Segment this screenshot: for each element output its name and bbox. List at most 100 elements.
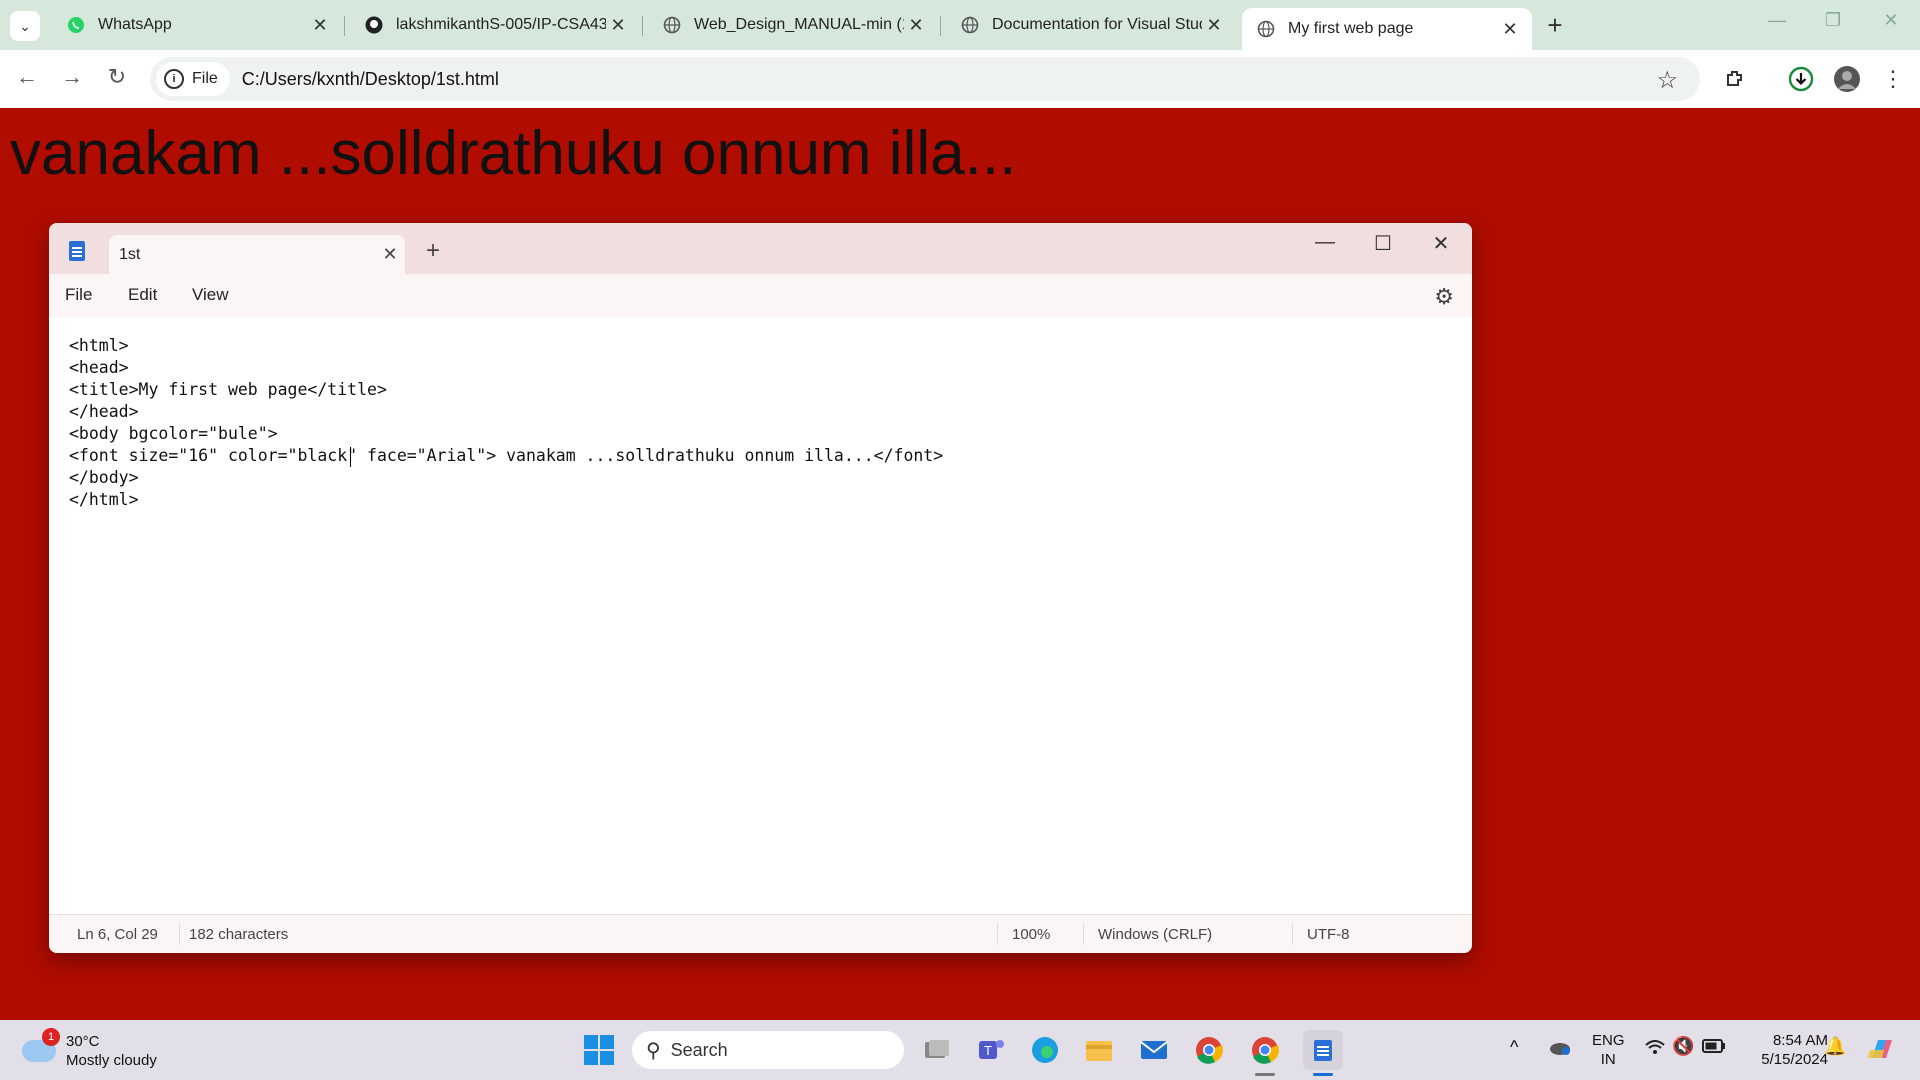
code-line: <head> xyxy=(69,358,129,377)
menu-file[interactable]: File xyxy=(65,285,92,305)
code-line: <html> xyxy=(69,336,129,355)
chevron-up-icon[interactable]: ^ xyxy=(1510,1038,1518,1057)
browser-tab-title: WhatsApp xyxy=(98,16,172,33)
code-line: <body bgcolor="bule"> xyxy=(69,424,278,443)
copilot-icon[interactable] xyxy=(1866,1034,1896,1069)
status-line-ending[interactable]: Windows (CRLF) xyxy=(1098,926,1212,943)
tab-divider xyxy=(940,16,941,36)
close-icon[interactable]: ✕ xyxy=(1202,15,1226,36)
address-bar[interactable]: i File C:/Users/kxnth/Desktop/1st.html ☆ xyxy=(150,57,1700,101)
tab-search-button[interactable]: ⌄ xyxy=(10,11,40,41)
site-info-chip[interactable]: i File xyxy=(156,62,230,96)
back-arrow-icon[interactable]: ← xyxy=(12,64,42,90)
notepad-tab-title: 1st xyxy=(119,245,141,263)
info-icon: i xyxy=(164,69,184,89)
status-zoom[interactable]: 100% xyxy=(1012,926,1050,943)
minimize-icon[interactable]: — xyxy=(1305,231,1345,254)
code-line: </html> xyxy=(69,490,139,509)
profile-avatar[interactable] xyxy=(1832,64,1862,94)
language-code: ENG xyxy=(1592,1032,1625,1049)
weather-description: Mostly cloudy xyxy=(66,1052,157,1069)
taskbar: 1 30°C Mostly cloudy ⚲ Search T ^ ENG IN… xyxy=(0,1020,1920,1080)
bookmark-star-icon[interactable]: ☆ xyxy=(1656,66,1678,95)
notepad-text-editor[interactable]: <html> <head> <title>My first web page</… xyxy=(49,317,1472,937)
notepad-taskbar-icon[interactable] xyxy=(1303,1030,1343,1070)
browser-toolbar: ← → ↻ i File C:/Users/kxnth/Desktop/1st.… xyxy=(0,50,1920,108)
whatsapp-icon xyxy=(66,15,86,35)
close-icon[interactable]: ✕ xyxy=(375,244,405,265)
onedrive-icon[interactable] xyxy=(1548,1038,1572,1061)
notepad-window: 1st ✕ + — ☐ ✕ File Edit View ⚙ <html> <h… xyxy=(49,223,1472,953)
clock-date: 5/15/2024 xyxy=(1761,1051,1828,1068)
language-indicator[interactable]: ENG IN xyxy=(1592,1031,1625,1069)
weather-widget[interactable]: 1 30°C Mostly cloudy xyxy=(22,1028,157,1070)
minimize-icon[interactable]: — xyxy=(1762,10,1792,31)
close-icon[interactable]: ✕ xyxy=(1498,19,1522,40)
close-icon[interactable]: ✕ xyxy=(308,15,332,36)
file-explorer-icon[interactable] xyxy=(1082,1033,1116,1067)
forward-arrow-icon[interactable]: → xyxy=(57,64,87,90)
chevron-down-icon: ⌄ xyxy=(19,17,31,34)
taskbar-search-box[interactable]: ⚲ Search xyxy=(632,1031,904,1069)
cloud-icon: 1 xyxy=(22,1028,60,1062)
svg-text:T: T xyxy=(984,1043,992,1058)
system-clock[interactable]: 8:54 AM 5/15/2024 xyxy=(1748,1031,1828,1069)
extensions-icon[interactable] xyxy=(1720,64,1750,94)
chrome-icon[interactable] xyxy=(1192,1033,1226,1067)
browser-tab-vs-docs[interactable]: Documentation for Visual Studi ✕ xyxy=(946,8,1236,42)
app-running-indicator xyxy=(1255,1073,1275,1076)
weather-temperature: 30°C xyxy=(66,1033,100,1050)
mail-icon[interactable] xyxy=(1137,1033,1171,1067)
notepad-new-tab-button[interactable]: + xyxy=(426,237,440,265)
task-view-icon[interactable] xyxy=(920,1033,954,1067)
clock-time: 8:54 AM xyxy=(1772,1032,1828,1049)
code-line: <title>My first web page</title> xyxy=(69,380,387,399)
restore-icon[interactable]: ❐ xyxy=(1818,10,1848,31)
tab-divider xyxy=(344,16,345,36)
wifi-icon[interactable] xyxy=(1644,1038,1666,1061)
settings-gear-icon[interactable]: ⚙ xyxy=(1434,284,1454,310)
windows-logo-icon xyxy=(584,1035,614,1065)
start-button[interactable] xyxy=(582,1033,616,1067)
more-menu-icon[interactable]: ⋮ xyxy=(1878,64,1908,94)
status-divider xyxy=(997,923,998,945)
github-icon xyxy=(364,15,384,35)
browser-tabstrip: ⌄ WhatsApp ✕ lakshmikanthS-005/IP-CSA438… xyxy=(0,0,1920,50)
speaker-muted-icon[interactable]: 🔇 xyxy=(1672,1037,1694,1056)
menu-view[interactable]: View xyxy=(192,285,229,305)
region-code: IN xyxy=(1600,1051,1616,1068)
edge-browser-icon[interactable] xyxy=(1028,1033,1062,1067)
close-icon[interactable]: ✕ xyxy=(606,15,630,36)
status-divider xyxy=(1083,923,1084,945)
address-url[interactable]: C:/Users/kxnth/Desktop/1st.html xyxy=(242,69,499,90)
site-scheme-label: File xyxy=(192,70,218,87)
notepad-tab-1st[interactable]: 1st ✕ xyxy=(109,235,405,274)
maximize-icon[interactable]: ☐ xyxy=(1363,231,1403,256)
code-line: </head> xyxy=(69,402,139,421)
browser-tab-title: Documentation for Visual Studi xyxy=(992,16,1202,33)
notepad-menubar: File Edit View ⚙ xyxy=(49,274,1472,317)
close-window-icon[interactable]: ✕ xyxy=(1876,10,1906,31)
chrome-active-icon[interactable] xyxy=(1248,1033,1282,1067)
close-window-icon[interactable]: ✕ xyxy=(1421,231,1461,256)
close-icon[interactable]: ✕ xyxy=(904,15,928,36)
browser-tab-web-design-manual[interactable]: Web_Design_MANUAL-min (1). ✕ xyxy=(648,8,938,42)
globe-icon xyxy=(662,15,682,35)
browser-tab-github[interactable]: lakshmikanthS-005/IP-CSA4384 ✕ xyxy=(350,8,640,42)
browser-tab-my-first-web-page[interactable]: My first web page ✕ xyxy=(1242,8,1532,50)
status-divider xyxy=(179,923,180,945)
notification-badge: 1 xyxy=(42,1028,60,1046)
status-character-count: 182 characters xyxy=(189,926,289,943)
status-encoding[interactable]: UTF-8 xyxy=(1307,926,1350,943)
battery-icon[interactable] xyxy=(1702,1038,1726,1059)
new-tab-button[interactable]: + xyxy=(1540,10,1570,41)
text-caret xyxy=(350,447,351,467)
notification-bell-icon[interactable]: 🔔 xyxy=(1824,1037,1846,1056)
teams-icon[interactable]: T xyxy=(974,1033,1008,1067)
browser-tab-title: My first web page xyxy=(1288,20,1414,37)
menu-edit[interactable]: Edit xyxy=(128,285,157,305)
reload-icon[interactable]: ↻ xyxy=(102,64,132,90)
download-icon[interactable] xyxy=(1786,64,1816,94)
globe-icon xyxy=(1256,19,1276,39)
browser-tab-whatsapp[interactable]: WhatsApp ✕ xyxy=(52,8,342,42)
